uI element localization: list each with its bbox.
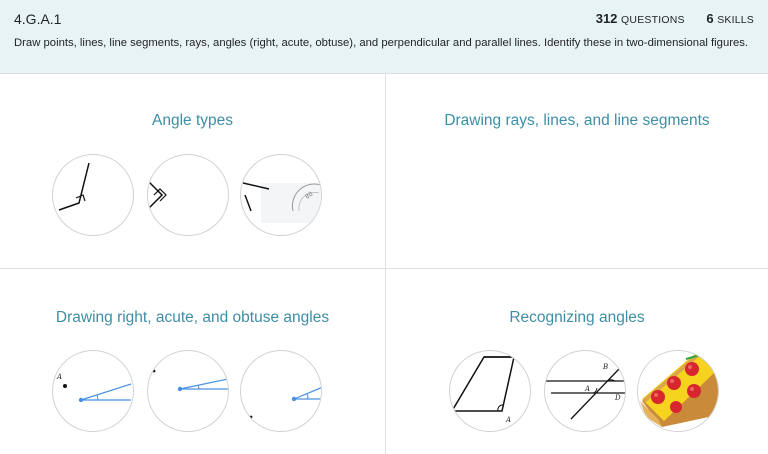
protractor-angle-icon: 80 <box>240 154 322 236</box>
point-b-label: B <box>602 363 608 371</box>
acute-angle-point-icon <box>147 350 229 432</box>
point-a-label: A <box>505 416 511 424</box>
skills-count: 6 <box>706 11 714 26</box>
acute-angle-small-icon <box>240 350 322 432</box>
skill-card-angle-types[interactable]: Angle types 80 <box>0 74 385 268</box>
skill-title[interactable]: Drawing right, acute, and obtuse angles <box>0 309 385 327</box>
skills-count-group: 6 SKILLS <box>706 11 754 26</box>
standard-description: Draw points, lines, line segments, rays,… <box>14 37 749 49</box>
point-a-label: A <box>56 373 62 381</box>
pizza-slice-icon <box>637 350 719 432</box>
skill-card-drawing-angles[interactable]: Drawing right, acute, and obtuse angles … <box>0 269 385 454</box>
skill-title[interactable]: Recognizing angles <box>386 309 768 327</box>
skill-card-recognizing-angles[interactable]: Recognizing angles A B A D <box>386 269 768 454</box>
questions-count-group: 312 QUESTIONS <box>596 11 689 26</box>
intersecting-lines-icon: B A D <box>544 350 626 432</box>
questions-count: 312 <box>595 11 618 26</box>
right-angle-icon <box>147 154 229 236</box>
point-d-label: D <box>614 394 621 402</box>
obtuse-angle-icon <box>52 154 134 236</box>
skill-card-drawing-rays[interactable]: Drawing rays, lines, and line segments <box>386 74 768 268</box>
standard-header: 4.G.A.1 312 QUESTIONS 6 SKILLS Draw poin… <box>0 0 768 74</box>
acute-angle-point-a-icon: A <box>52 350 134 432</box>
standard-code: 4.G.A.1 <box>14 11 62 27</box>
skill-title[interactable]: Angle types <box>0 112 385 130</box>
questions-label: QUESTIONS <box>621 14 685 26</box>
skill-title[interactable]: Drawing rays, lines, and line segments <box>386 112 768 130</box>
standard-stats: 312 QUESTIONS 6 SKILLS <box>596 11 754 26</box>
skills-label: SKILLS <box>717 14 754 26</box>
point-a-label: A <box>584 385 590 393</box>
parallelogram-icon: A <box>449 350 531 432</box>
